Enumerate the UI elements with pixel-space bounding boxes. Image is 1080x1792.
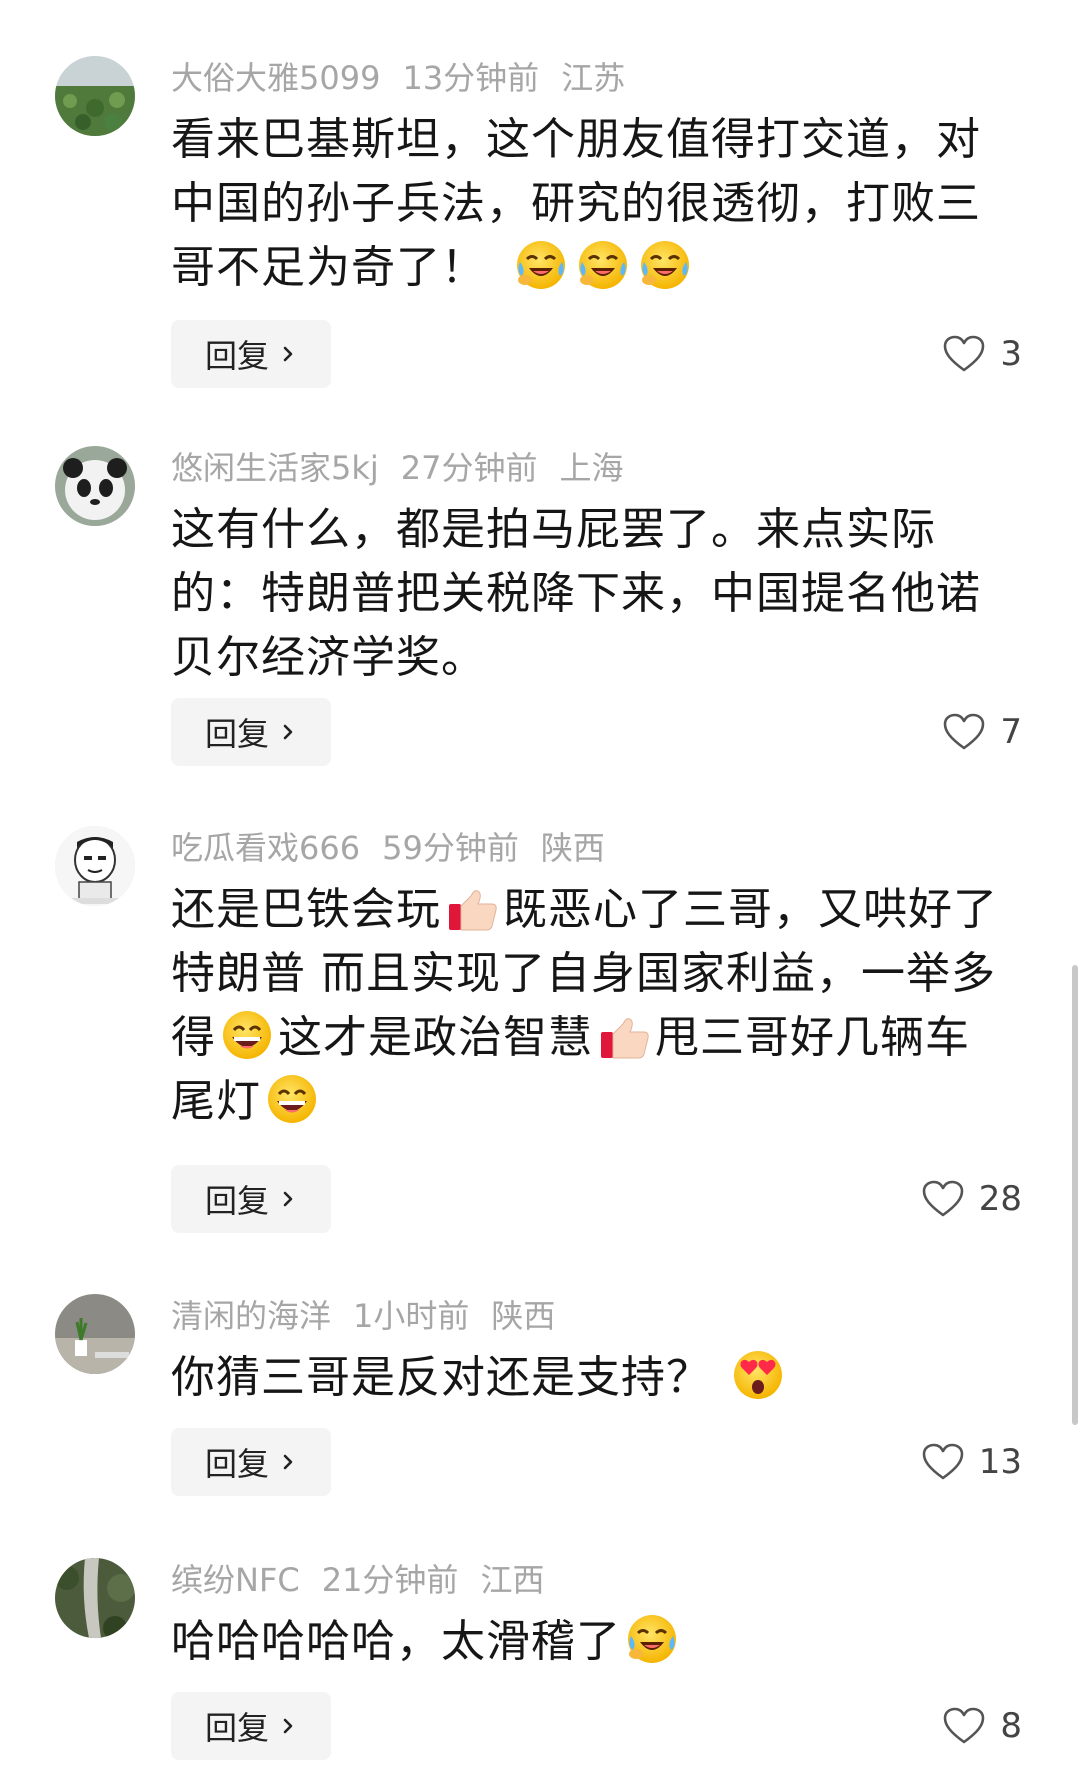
reply-button[interactable]: 回复 xyxy=(171,1692,331,1760)
username[interactable]: 缤纷NFC xyxy=(171,1561,300,1599)
thumbs-up-emoji xyxy=(597,1008,651,1062)
chevron-right-icon xyxy=(279,1453,297,1471)
username[interactable]: 大俗大雅5099 xyxy=(171,59,380,97)
comment-line-text: 尾灯 xyxy=(171,1076,261,1127)
like-count: 8 xyxy=(1000,1706,1022,1746)
comment-line: 哈哈哈哈哈，太滑稽了 xyxy=(171,1610,1051,1674)
comment-text: 你猜三哥是反对还是支持？ xyxy=(171,1346,1051,1410)
reply-label: 回复 xyxy=(204,715,269,753)
like-count: 28 xyxy=(978,1179,1022,1219)
reply-button[interactable]: 回复 xyxy=(171,1428,331,1496)
comment-line-text: 得 xyxy=(171,1012,216,1063)
chevron-right-icon xyxy=(279,723,297,741)
location: 陕西 xyxy=(491,1297,556,1335)
like-button[interactable]: 7 xyxy=(942,698,1022,766)
grinning-emoji xyxy=(265,1072,319,1126)
location: 陕西 xyxy=(540,829,605,867)
comment-line-text: 你猜三哥是反对还是支持？ xyxy=(171,1352,711,1403)
comment-meta: 悠闲生活家5kj 27分钟前 上海 xyxy=(171,448,646,488)
comment-line: 贝尔经济学奖。 xyxy=(171,632,486,683)
chevron-right-icon xyxy=(279,345,297,363)
username[interactable]: 清闲的海洋 xyxy=(171,1297,331,1335)
comment-text: 这有什么，都是拍马屁罢了。来点实际 的：特朗普把关税降下来，中国提名他诺 贝尔经… xyxy=(171,498,1051,690)
reply-button[interactable]: 回复 xyxy=(171,1165,331,1233)
avatar[interactable] xyxy=(55,446,135,526)
heart-icon xyxy=(942,712,986,752)
crying-laughing-emoji xyxy=(576,238,630,292)
chevron-right-icon xyxy=(279,1190,297,1208)
like-button[interactable]: 28 xyxy=(921,1165,1022,1233)
chevron-right-icon xyxy=(279,1717,297,1735)
comment-meta: 大俗大雅5099 13分钟前 江苏 xyxy=(171,58,647,98)
like-count: 3 xyxy=(1000,334,1022,374)
timestamp: 21分钟前 xyxy=(321,1561,459,1599)
comment-line: 你猜三哥是反对还是支持？ xyxy=(171,1346,1051,1410)
comment-line-text: 哥不足为奇了！ xyxy=(171,242,486,293)
comment-line: 尾灯 xyxy=(171,1070,1051,1134)
avatar[interactable] xyxy=(55,56,135,136)
reply-label: 回复 xyxy=(204,337,269,375)
comment-meta: 缤纷NFC 21分钟前 江西 xyxy=(171,1560,566,1600)
like-count: 13 xyxy=(978,1442,1022,1482)
thumbs-up-emoji xyxy=(445,880,499,934)
comment-line: 的：特朗普把关税降下来，中国提名他诺 xyxy=(171,568,981,619)
reply-label: 回复 xyxy=(204,1445,269,1483)
timestamp: 1小时前 xyxy=(353,1297,470,1335)
timestamp: 13分钟前 xyxy=(402,59,540,97)
avatar[interactable] xyxy=(55,1294,135,1374)
comment-line: 中国的孙子兵法，研究的很透彻，打败三 xyxy=(171,178,981,229)
comment-line: 特朗普 而且实现了自身国家利益，一举多 xyxy=(171,948,996,999)
comment-line: 还是巴铁会玩 既恶心了三哥，又哄好了 xyxy=(171,878,1051,942)
comment-line-text: 哈哈哈哈哈，太滑稽了 xyxy=(171,1616,621,1667)
location: 江苏 xyxy=(561,59,626,97)
like-button[interactable]: 8 xyxy=(942,1692,1022,1760)
comment-feed: 大俗大雅5099 13分钟前 江苏 看来巴基斯坦，这个朋友值得打交道，对 中国的孙子… xyxy=(0,0,1080,1792)
heart-icon xyxy=(921,1442,965,1482)
username[interactable]: 吃瓜看戏666 xyxy=(171,829,360,867)
comment-text: 哈哈哈哈哈，太滑稽了 xyxy=(171,1610,1051,1674)
comment-line-text: 这才是政治智慧 xyxy=(278,1012,593,1063)
comment-meta: 吃瓜看戏666 59分钟前 陕西 xyxy=(171,828,627,868)
like-button[interactable]: 3 xyxy=(942,320,1022,388)
username[interactable]: 悠闲生活家5kj xyxy=(171,449,379,487)
comment-text: 看来巴基斯坦，这个朋友值得打交道，对 中国的孙子兵法，研究的很透彻，打败三 哥不… xyxy=(171,108,1051,300)
reply-button[interactable]: 回复 xyxy=(171,698,331,766)
heart-icon xyxy=(942,1706,986,1746)
reply-button[interactable]: 回复 xyxy=(171,320,331,388)
comment-meta: 清闲的海洋 1小时前 陕西 xyxy=(171,1296,577,1336)
like-button[interactable]: 13 xyxy=(921,1428,1022,1496)
comment-line-text: 既恶心了三哥，又哄好了 xyxy=(503,884,998,935)
heart-icon xyxy=(921,1179,965,1219)
like-count: 7 xyxy=(1000,712,1022,752)
comment-line: 这有什么，都是拍马屁罢了。来点实际 xyxy=(171,504,936,555)
timestamp: 27分钟前 xyxy=(400,449,538,487)
location: 上海 xyxy=(559,449,624,487)
avatar[interactable] xyxy=(55,826,135,906)
heart-eyes-emoji xyxy=(731,1348,785,1402)
crying-laughing-emoji xyxy=(638,238,692,292)
crying-laughing-emoji xyxy=(514,238,568,292)
comment-line-text: 甩三哥好几辆车 xyxy=(655,1012,970,1063)
scrollbar[interactable] xyxy=(1072,965,1078,1425)
reply-label: 回复 xyxy=(204,1709,269,1747)
comment-line: 看来巴基斯坦，这个朋友值得打交道，对 xyxy=(171,114,981,165)
comment-line: 得 这才是政治智慧 甩三哥好几辆车 xyxy=(171,1006,1051,1070)
timestamp: 59分钟前 xyxy=(382,829,519,867)
location: 江西 xyxy=(480,1561,545,1599)
reply-label: 回复 xyxy=(204,1182,269,1220)
comment-text: 还是巴铁会玩 既恶心了三哥，又哄好了 特朗普 而且实现了自身国家利益，一举多 得 这… xyxy=(171,878,1051,1134)
avatar[interactable] xyxy=(55,1558,135,1638)
grinning-emoji xyxy=(220,1008,274,1062)
comment-line-text: 还是巴铁会玩 xyxy=(171,884,441,935)
comment-line: 哥不足为奇了！ xyxy=(171,236,1051,300)
tears-of-joy-emoji xyxy=(625,1612,679,1666)
heart-icon xyxy=(942,334,986,374)
